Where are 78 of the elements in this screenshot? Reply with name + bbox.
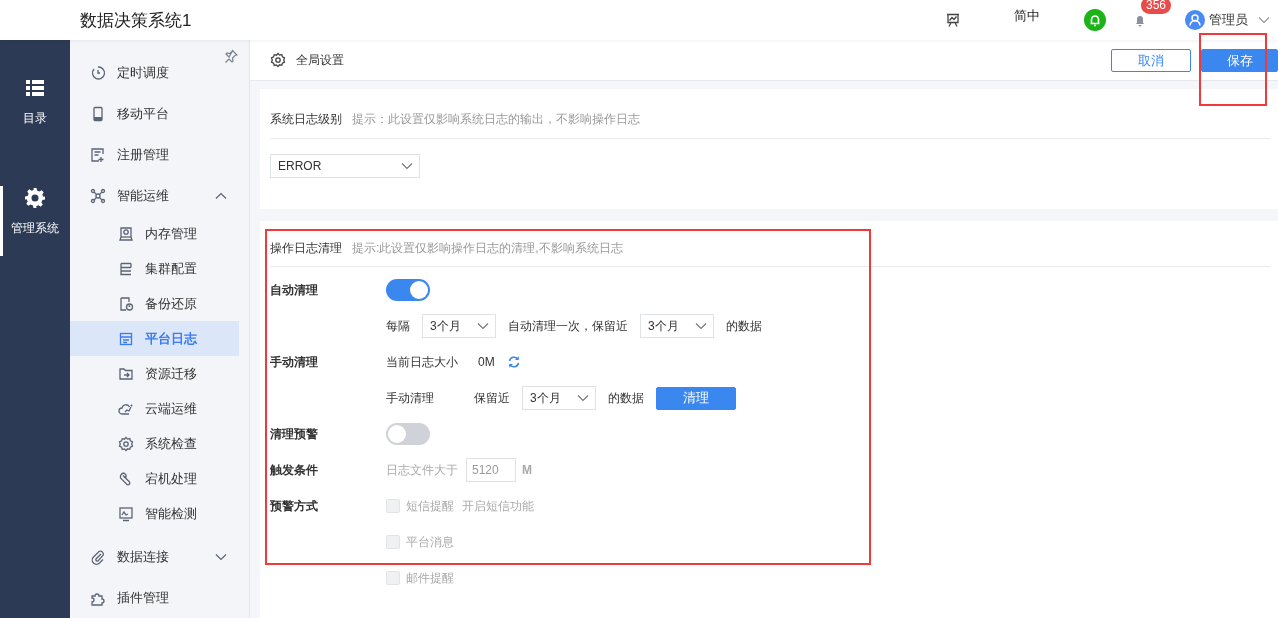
label-text: 手动清理 (386, 389, 435, 407)
checkbox-label: 平台消息 (406, 533, 454, 551)
chevron-down-icon (1258, 16, 1270, 24)
label-text: 保留近 (474, 389, 510, 407)
language-menu[interactable]: 简中 (1014, 7, 1040, 25)
field-label: 触发条件 (270, 461, 319, 479)
label-text: 0M (478, 355, 495, 369)
dropdown[interactable]: 3个月 (422, 314, 496, 338)
phone-icon (90, 105, 106, 122)
refresh-icon[interactable] (506, 355, 521, 369)
label-text: 日志文件大于 (386, 461, 458, 479)
label-text: 每隔 (386, 317, 410, 335)
label-text: 的数据 (726, 317, 762, 335)
list-icon (25, 78, 45, 98)
field-label: 手动清理 (270, 353, 319, 371)
toggle-switch[interactable] (386, 423, 430, 445)
field-label: 预警方式 (270, 497, 319, 515)
label-text: 自动清理一次，保留近 (508, 317, 628, 335)
section-title: 系统日志级别 (270, 111, 342, 128)
cancel-button[interactable]: 取消 (1111, 49, 1191, 72)
dropdown[interactable]: 3个月 (522, 386, 596, 410)
user-menu[interactable]: 管理员 (1185, 10, 1270, 30)
sidebar-item[interactable]: 数据连接 (70, 536, 239, 577)
dropdown[interactable]: 3个月 (640, 314, 714, 338)
sidebar-item[interactable]: 备份还原 (70, 286, 239, 321)
field-label: 清理预警 (270, 425, 319, 443)
stack-icon (118, 260, 134, 277)
field-label: 自动清理 (270, 281, 319, 299)
paperclip-icon (90, 548, 106, 565)
label-text: M (522, 463, 532, 477)
hint-text: 提示：此设置仅影响系统日志的输出，不影响操作日志 (352, 111, 640, 128)
calendar-icon (118, 330, 134, 347)
checkbox-label: 短信提醒 (406, 497, 454, 515)
register-icon (90, 146, 106, 163)
clean-button[interactable]: 清理 (656, 386, 736, 410)
sidebar-item[interactable]: 定时调度 (70, 52, 239, 93)
section-title: 操作日志清理 (270, 240, 342, 257)
chevron-down-icon (401, 162, 413, 170)
sidebar-item[interactable]: 智能运维 (70, 175, 239, 216)
checkbox-label: 邮件提醒 (406, 569, 454, 587)
sidebar-item[interactable]: 资源迁移 (70, 356, 239, 391)
avatar-icon (1185, 10, 1205, 30)
pin-icon[interactable] (224, 49, 238, 63)
rail-item[interactable]: 目录 (0, 76, 70, 146)
bell-icon[interactable] (1083, 8, 1107, 32)
presentation-icon[interactable] (945, 12, 961, 28)
sidebar-item[interactable]: 移动平台 (70, 93, 239, 134)
label-text: 的数据 (608, 389, 644, 407)
label-text: 当前日志大小 (386, 353, 458, 371)
gear-icon (25, 188, 45, 208)
gear-icon (118, 435, 134, 452)
save-button[interactable]: 保存 (1201, 49, 1278, 72)
sidebar-item[interactable]: 插件管理 (70, 577, 239, 618)
sidebar-item[interactable]: 宕机处理 (70, 461, 239, 496)
notification-badge: 356 (1141, 0, 1172, 14)
chevron-down-icon (215, 552, 227, 561)
dropdown[interactable]: ERROR (270, 154, 420, 178)
sidebar-item[interactable]: 云端运维 (70, 391, 239, 426)
sidebar-item[interactable]: 注册管理 (70, 134, 239, 175)
toggle-switch[interactable] (386, 279, 430, 301)
bell-icon[interactable] (1133, 13, 1147, 27)
network-icon (90, 187, 106, 204)
document-icon (118, 295, 134, 312)
chevron-down-icon (695, 322, 707, 330)
clock-icon (90, 64, 106, 81)
sidebar-item[interactable]: 内存管理 (70, 216, 239, 251)
chevron-down-icon (477, 322, 489, 330)
sidebar-item[interactable]: 系统检查 (70, 426, 239, 461)
app-title: 数据决策系统1 (80, 9, 192, 32)
chevron-down-icon (577, 394, 589, 402)
chevron-up-icon (215, 191, 227, 200)
hint-text: 提示:此设置仅影响操作日志的清理,不影响系统日志 (352, 240, 623, 257)
sidebar-item[interactable]: 集群配置 (70, 251, 239, 286)
settings-icon (270, 52, 286, 68)
page-title: 全局设置 (296, 51, 344, 69)
sidebar-item[interactable]: 智能检测 (70, 496, 239, 531)
folder-arrow-icon (118, 365, 134, 382)
monitor-icon (118, 505, 134, 522)
